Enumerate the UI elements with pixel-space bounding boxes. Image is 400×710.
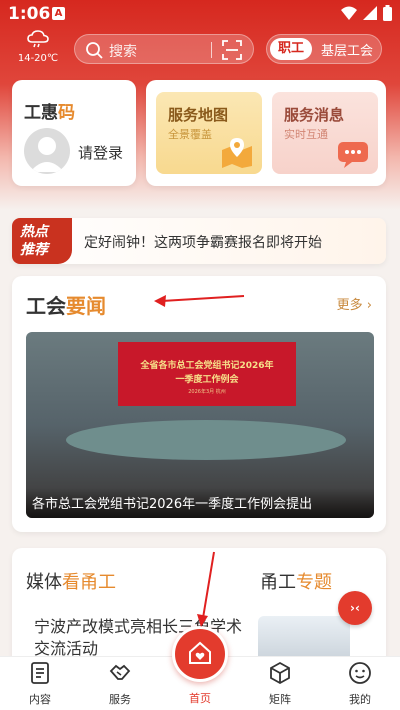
search-placeholder: 搜索 bbox=[109, 44, 137, 60]
document-icon bbox=[31, 662, 49, 684]
battery-icon bbox=[383, 5, 392, 21]
nav-matrix[interactable]: 矩阵 bbox=[250, 661, 310, 707]
signal-icon bbox=[363, 6, 377, 20]
nav-home-button[interactable] bbox=[172, 626, 228, 682]
handshake-icon bbox=[109, 664, 131, 680]
news-more-link[interactable]: 更多 › bbox=[337, 294, 372, 313]
photo-backdrop-banner: 全省各市总工会党组书记2026年 一季度工作例会 2026年3月 杭州 bbox=[118, 342, 296, 406]
service-map-tile[interactable]: 服务地图 全景覆盖 bbox=[156, 92, 262, 174]
chat-bubble-icon bbox=[338, 142, 368, 168]
tab-media[interactable]: 媒体看甬工 bbox=[26, 568, 116, 594]
nav-content[interactable]: 内容 bbox=[10, 661, 70, 707]
login-card-title: 工惠码 bbox=[24, 103, 75, 123]
services-card: 服务地图 全景覆盖 服务消息 实时互通 bbox=[146, 80, 386, 186]
role-union-tab[interactable]: 基层工会 bbox=[321, 40, 373, 59]
search-icon bbox=[86, 42, 103, 59]
nav-service[interactable]: 服务 bbox=[90, 661, 150, 707]
login-link[interactable]: 请登录 bbox=[78, 142, 123, 163]
hot-headline[interactable]: 定好闹钟！这两项争霸赛报名即将开始 bbox=[84, 232, 322, 252]
status-bar: 1:06 A bbox=[0, 0, 400, 28]
float-collapse-button[interactable]: ›‹ bbox=[338, 591, 372, 625]
home-heart-icon bbox=[189, 641, 211, 664]
search-bar[interactable]: 搜索 bbox=[74, 34, 254, 64]
search-divider bbox=[211, 42, 212, 58]
weather-temp: 14-20℃ bbox=[17, 53, 59, 64]
service-map-subtitle: 全景覆盖 bbox=[168, 128, 212, 141]
service-message-tile[interactable]: 服务消息 实时互通 bbox=[272, 92, 378, 174]
cube-icon bbox=[270, 661, 290, 685]
role-worker-tab[interactable]: 职工 bbox=[270, 38, 312, 60]
role-toggle[interactable]: 职工 基层工会 bbox=[266, 34, 382, 64]
service-message-title: 服务消息 bbox=[284, 106, 345, 124]
news-caption: 各市总工会党组书记2026年一季度工作例会提出 bbox=[26, 488, 374, 518]
map-pin-icon bbox=[222, 138, 252, 168]
news-photo[interactable]: 全省各市总工会党组书记2026年 一季度工作例会 2026年3月 杭州 各市总工… bbox=[26, 332, 374, 518]
service-map-title: 服务地图 bbox=[168, 106, 229, 124]
tab-topics[interactable]: 甬工专题 bbox=[260, 568, 332, 594]
wifi-icon bbox=[341, 6, 357, 20]
service-message-subtitle: 实时互通 bbox=[284, 128, 328, 141]
weather-widget[interactable]: 14-20℃ bbox=[14, 30, 62, 64]
user-icon bbox=[349, 662, 371, 684]
photo-meeting-table bbox=[66, 420, 346, 460]
cloud-rain-icon bbox=[27, 30, 49, 48]
login-card[interactable]: 工惠码 请登录 bbox=[12, 80, 136, 186]
avatar[interactable] bbox=[24, 128, 70, 174]
hot-recommend-banner[interactable]: 热点 推荐 定好闹钟！这两项争霸赛报名即将开始 bbox=[12, 218, 386, 264]
nav-home-label: 首页 bbox=[189, 692, 211, 705]
union-news-section: 工会要闻 更多 › 全省各市总工会党组书记2026年 一季度工作例会 2026年… bbox=[12, 276, 386, 532]
notification-icon: A bbox=[52, 7, 65, 20]
nav-mine[interactable]: 我的 bbox=[330, 661, 390, 707]
hot-badge: 热点 推荐 bbox=[12, 218, 72, 264]
news-section-title: 工会要闻 bbox=[26, 294, 106, 318]
default-avatar-icon bbox=[30, 137, 64, 172]
scan-icon[interactable] bbox=[222, 40, 242, 60]
status-time: 1:06 bbox=[8, 4, 51, 24]
